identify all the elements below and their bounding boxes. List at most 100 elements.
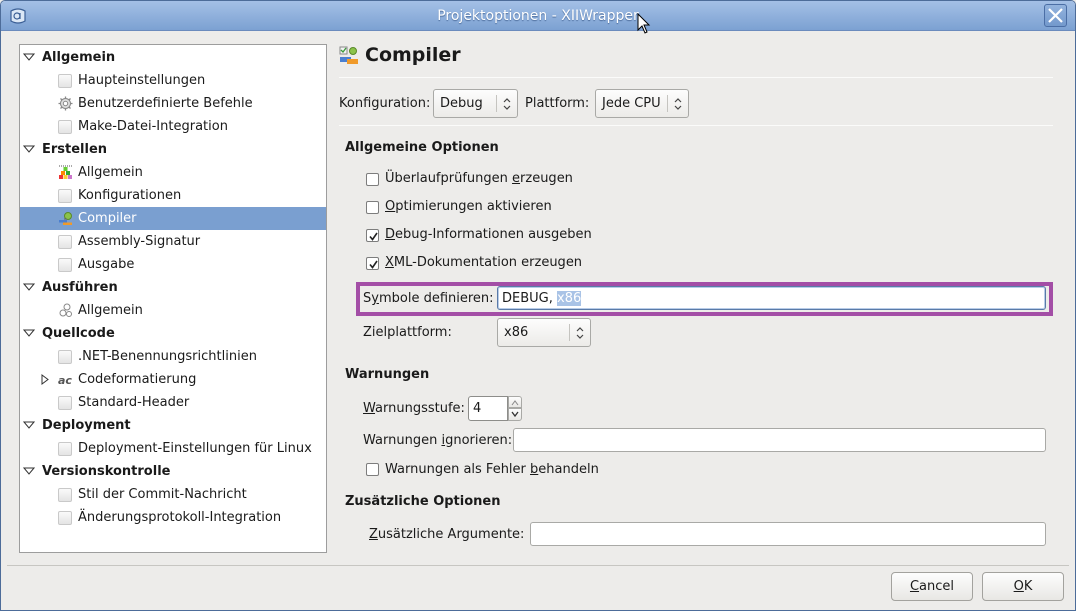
tree-category-4[interactable]: Deployment xyxy=(20,414,326,437)
tree-item[interactable]: Standard-Header xyxy=(20,391,326,414)
chevron-up-icon xyxy=(511,400,519,406)
tree-category-label: Quellcode xyxy=(42,326,115,341)
tree-item-label: Standard-Header xyxy=(78,395,190,410)
tree-item-label: Stil der Commit-Nachricht xyxy=(78,487,247,502)
option-checkbox-2[interactable] xyxy=(366,229,379,242)
tree-category-label: Versionskontrolle xyxy=(42,464,171,479)
blank-page-icon xyxy=(58,442,72,456)
tree-item-label: Ausgabe xyxy=(78,257,135,272)
platform-label: Plattform: xyxy=(525,96,590,111)
gears-icon xyxy=(58,303,73,318)
tree-item-label: Änderungsprotokoll-Integration xyxy=(78,510,282,525)
tree-category-3[interactable]: Quellcode xyxy=(20,322,326,345)
checkmark-icon xyxy=(369,260,378,269)
tree-item[interactable]: Haupteinstellungen xyxy=(20,69,326,92)
compiler-icon xyxy=(339,46,358,64)
tree-item-label: Benutzerdefinierte Befehle xyxy=(78,96,253,111)
checkmark-icon xyxy=(369,232,378,241)
option-checkbox-label: Optimierungen aktivieren xyxy=(385,199,552,214)
tree-category-1[interactable]: Erstellen xyxy=(20,138,326,161)
warnings-as-errors-checkbox[interactable] xyxy=(366,463,379,476)
tree-category-5[interactable]: Versionskontrolle xyxy=(20,460,326,483)
tree-item-label: Compiler xyxy=(78,211,137,226)
tree-item-label: Allgemein xyxy=(78,165,143,180)
tree-item-label: Assembly-Signatur xyxy=(78,234,201,249)
warning-level-input[interactable]: 4 xyxy=(468,396,508,421)
page-title: Compiler xyxy=(365,44,461,66)
tree-item[interactable]: Assembly-Signatur xyxy=(20,230,326,253)
tree-item-label: Make-Datei-Integration xyxy=(78,119,228,134)
tree-item[interactable]: .NET-Benennungsrichtlinien xyxy=(20,345,326,368)
header-divider xyxy=(339,77,1053,78)
compiler-icon xyxy=(58,211,73,226)
symbols-input[interactable]: DEBUG, x86 xyxy=(497,286,1046,310)
close-icon xyxy=(1048,8,1063,23)
tree-item-label: Deployment-Einstellungen für Linux xyxy=(78,441,312,456)
updown-arrow-icon xyxy=(503,98,511,110)
option-checkbox-0[interactable] xyxy=(366,173,379,186)
additional-args-label: Zusätzliche Argumente: xyxy=(369,527,525,542)
blank-page-icon xyxy=(58,189,72,203)
ignore-warnings-label: Warnungen ignorieren: xyxy=(363,433,513,448)
option-checkbox-1[interactable] xyxy=(366,201,379,214)
warnings-as-errors-label: Warnungen als Fehler behandeln xyxy=(385,462,599,477)
options-tree[interactable]: Allgemein Haupteinstellungen Benutzerdefin… xyxy=(19,44,327,553)
symbols-label: Symbole definieren: xyxy=(363,291,494,306)
title-bar[interactable]: Projektoptionen - XIIWrapper xyxy=(1,1,1075,31)
tree-item[interactable]: ac Codeformatierung xyxy=(20,368,326,391)
expander-down-icon[interactable] xyxy=(23,282,35,292)
ok-button[interactable]: OK xyxy=(982,572,1064,601)
tree-item-label: Haupteinstellungen xyxy=(78,73,206,88)
tree-item[interactable]: Allgemein xyxy=(20,299,326,322)
target-platform-select[interactable]: x86 xyxy=(497,318,591,347)
additional-args-input[interactable] xyxy=(530,522,1046,546)
tree-item-label: Allgemein xyxy=(78,303,143,318)
tree-item[interactable]: Allgemein xyxy=(20,161,326,184)
tree-item[interactable]: Änderungsprotokoll-Integration xyxy=(20,506,326,529)
blank-page-icon xyxy=(58,488,72,502)
ignore-warnings-input[interactable] xyxy=(513,428,1046,452)
spin-up-button[interactable] xyxy=(508,396,522,408)
expander-down-icon[interactable] xyxy=(23,466,35,476)
warnings-heading: Warnungen xyxy=(345,367,430,382)
symbols-selected-text: x86 xyxy=(557,291,582,306)
spin-down-button[interactable] xyxy=(508,408,522,421)
cancel-button[interactable]: Cancel xyxy=(891,572,973,601)
tree-item[interactable]: Compiler xyxy=(20,207,326,230)
configuration-select[interactable]: Debug xyxy=(433,89,518,118)
option-checkbox-label: XML-Dokumentation erzeugen xyxy=(385,255,583,270)
expander-down-icon[interactable] xyxy=(23,420,35,430)
warning-level-value: 4 xyxy=(473,401,482,416)
tree-category-2[interactable]: Ausführen xyxy=(20,276,326,299)
platform-select[interactable]: Jede CPU xyxy=(595,89,689,118)
window-title: Projektoptionen - XIIWrapper xyxy=(437,8,639,24)
expander-down-icon[interactable] xyxy=(23,328,35,338)
expander-right-icon[interactable] xyxy=(41,374,49,385)
target-platform-value: x86 xyxy=(504,325,529,340)
blank-page-icon xyxy=(58,74,72,88)
warning-level-spinner[interactable]: 4 xyxy=(468,396,522,421)
tree-item[interactable]: Konfigurationen xyxy=(20,184,326,207)
tree-item-label: .NET-Benennungsrichtlinien xyxy=(78,349,257,364)
option-checkbox-label: Überlaufprüfungen erzeugen xyxy=(385,171,573,186)
expander-down-icon[interactable] xyxy=(23,52,35,62)
general-options-heading: Allgemeine Optionen xyxy=(345,140,499,155)
close-button[interactable] xyxy=(1044,4,1067,27)
tree-item[interactable]: Deployment-Einstellungen für Linux xyxy=(20,437,326,460)
tree-item[interactable]: Ausgabe xyxy=(20,253,326,276)
tree-item[interactable]: Benutzerdefinierte Befehle xyxy=(20,92,326,115)
tree-category-0[interactable]: Allgemein xyxy=(20,46,326,69)
expander-down-icon[interactable] xyxy=(23,144,35,154)
tree-item-label: Codeformatierung xyxy=(78,372,197,387)
tree-item[interactable]: Stil der Commit-Nachricht xyxy=(20,483,326,506)
blank-page-icon xyxy=(58,396,72,410)
tree-category-label: Allgemein xyxy=(42,50,116,65)
tree-category-label: Ausführen xyxy=(42,280,118,295)
target-platform-label: Zielplattform: xyxy=(363,325,452,340)
tree-category-label: Erstellen xyxy=(42,142,108,157)
project-options-dialog: Projektoptionen - XIIWrapper Allgemein Ha… xyxy=(0,0,1076,611)
option-checkbox-3[interactable] xyxy=(366,257,379,270)
tree-item-label: Konfigurationen xyxy=(78,188,182,203)
configuration-label: Konfiguration: xyxy=(339,96,431,111)
tree-item[interactable]: Make-Datei-Integration xyxy=(20,115,326,138)
